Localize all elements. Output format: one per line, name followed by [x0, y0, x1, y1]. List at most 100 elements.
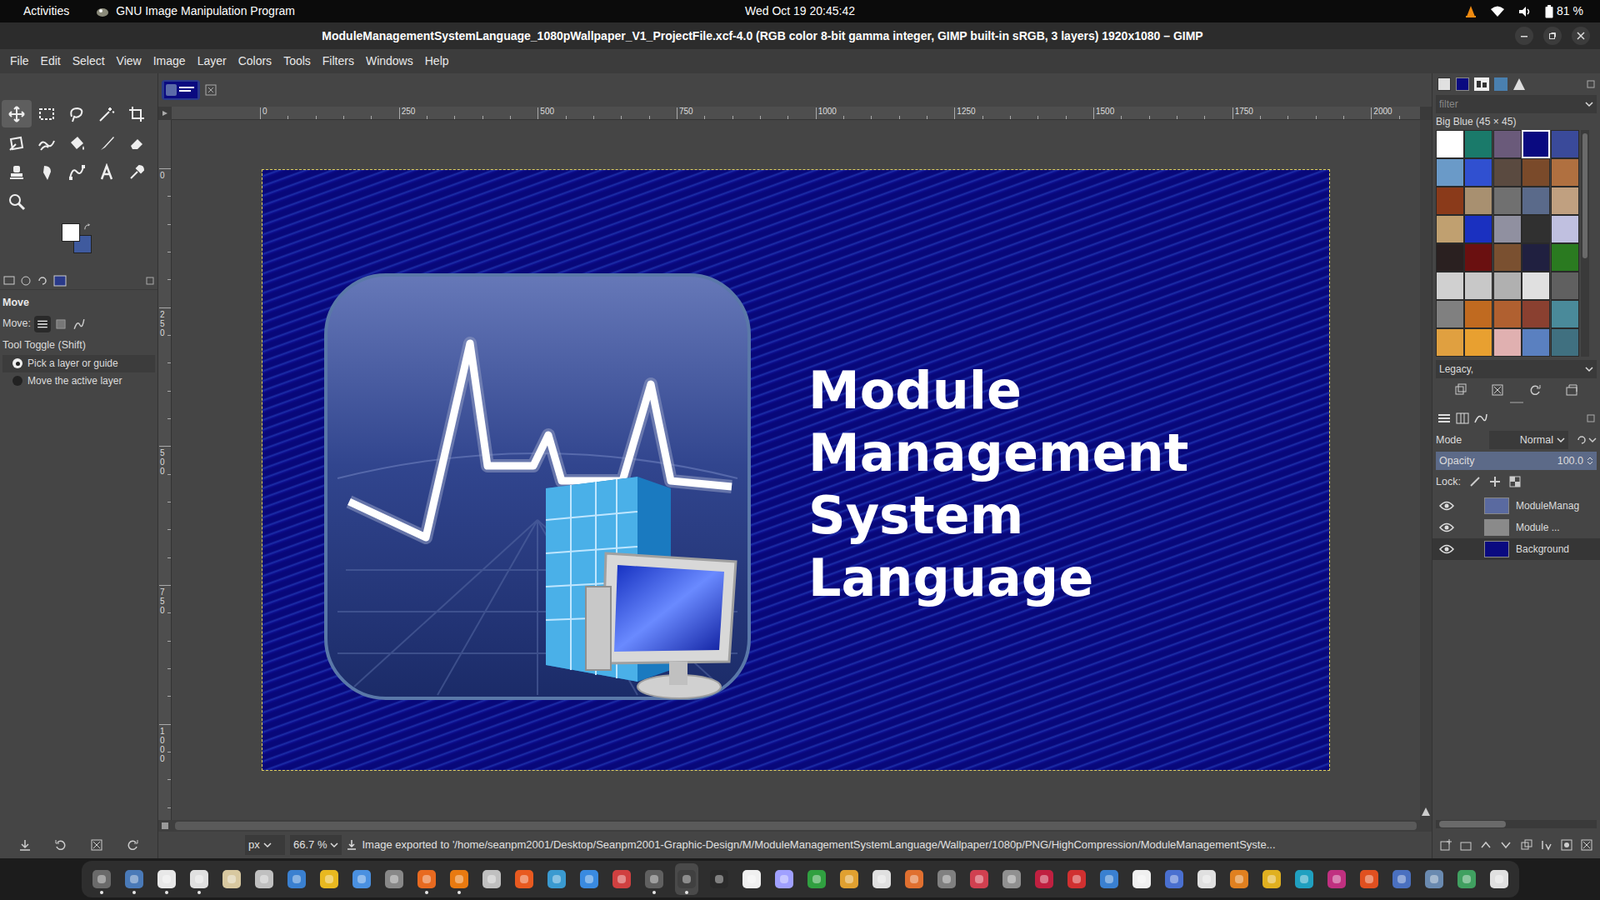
pattern-swatch[interactable] [1435, 300, 1465, 329]
radio-button[interactable] [12, 375, 23, 386]
pattern-swatch[interactable] [1550, 243, 1580, 272]
dock-app[interactable] [1487, 863, 1511, 895]
pattern-swatch[interactable] [1493, 158, 1522, 187]
pattern-swatch[interactable] [1521, 243, 1550, 272]
pattern-swatch[interactable] [1464, 271, 1493, 300]
tool-button[interactable] [61, 100, 92, 128]
activities-button[interactable]: Activities [23, 2, 70, 20]
pattern-swatch[interactable] [1521, 186, 1550, 215]
pattern-swatch[interactable] [1521, 300, 1550, 329]
pattern-swatch[interactable] [1493, 300, 1522, 329]
menu-item[interactable]: Help [420, 50, 455, 73]
pattern-swatch[interactable] [1435, 130, 1465, 159]
brushes-tab-icon[interactable] [1437, 77, 1451, 91]
save-tool-preset-icon[interactable] [18, 838, 32, 852]
layer-row[interactable]: ModuleManag [1432, 495, 1600, 517]
tool-button[interactable] [91, 158, 122, 186]
layer-name[interactable]: Background [1515, 541, 1570, 557]
vertical-ruler[interactable]: 02505007501000 [158, 120, 172, 820]
lock-pixels-icon[interactable] [1469, 475, 1481, 488]
move-mode-button[interactable] [70, 315, 88, 333]
dock-app[interactable] [1162, 863, 1186, 895]
dock-app[interactable] [1325, 863, 1349, 895]
navigate-icon[interactable] [1420, 806, 1431, 817]
dock-app[interactable] [642, 863, 666, 895]
move-mode-button[interactable] [52, 315, 70, 333]
image-tab[interactable] [161, 80, 200, 100]
tool-button[interactable] [121, 129, 152, 157]
pattern-swatch[interactable] [1521, 328, 1550, 357]
pattern-swatch[interactable] [1493, 130, 1522, 159]
reset-tool-options-icon[interactable] [125, 838, 140, 852]
pattern-swatch[interactable] [1435, 186, 1465, 215]
horizontal-scrollbar[interactable] [175, 821, 1417, 830]
pattern-swatch[interactable] [1435, 158, 1465, 187]
layers-tab-icon[interactable] [1437, 412, 1451, 425]
menu-item[interactable]: Colors [233, 50, 277, 73]
tool-button[interactable] [1, 187, 32, 215]
pattern-swatch[interactable] [1550, 328, 1580, 357]
pattern-swatch[interactable] [1464, 243, 1493, 272]
pattern-swatch[interactable] [1435, 215, 1465, 244]
delete-layer-icon[interactable] [1580, 839, 1593, 851]
dock-app[interactable] [935, 863, 959, 895]
pattern-swatch[interactable] [1521, 271, 1550, 300]
dock-app[interactable] [1097, 863, 1121, 895]
pattern-swatch[interactable] [1464, 130, 1493, 159]
chevron-down-icon[interactable] [1585, 100, 1594, 108]
duplicate-pattern-icon[interactable] [1454, 383, 1468, 397]
layer-mask-icon[interactable] [1560, 839, 1573, 851]
zoom-dropdown[interactable]: 66.7 % [290, 835, 342, 855]
open-pattern-as-image-icon[interactable] [1565, 383, 1579, 397]
close-button[interactable] [1571, 26, 1590, 45]
dock-app[interactable] [772, 863, 796, 895]
dock-app[interactable] [1260, 863, 1284, 895]
new-layer-group-icon[interactable] [1460, 839, 1472, 851]
unit-dropdown[interactable]: px [245, 835, 285, 855]
tool-button[interactable] [91, 129, 122, 157]
volume-icon[interactable] [1518, 5, 1532, 18]
radio-option[interactable]: Move the active layer [2, 372, 155, 390]
tool-button[interactable] [1, 100, 32, 128]
pattern-grid[interactable] [1435, 130, 1580, 357]
battery-indicator[interactable]: 81 % [1545, 2, 1584, 20]
tab-menu-icon[interactable] [145, 276, 155, 285]
dock-app[interactable] [805, 863, 829, 895]
menu-item[interactable]: Image [148, 50, 191, 73]
pattern-swatch[interactable] [1550, 130, 1580, 159]
menu-item[interactable]: Select [67, 50, 110, 73]
image-canvas[interactable]: ModuleManagementSystemLanguage [262, 170, 1330, 770]
menu-item[interactable]: Edit [35, 50, 66, 73]
pattern-swatch[interactable] [1493, 271, 1522, 300]
pattern-swatch[interactable] [1550, 215, 1580, 244]
pattern-filter[interactable] [1439, 96, 1585, 112]
clock[interactable]: Wed Oct 19 20:45:42 [745, 2, 855, 20]
minimize-button[interactable] [1515, 26, 1534, 45]
tool-button[interactable] [31, 100, 62, 128]
dock-app[interactable] [252, 863, 276, 895]
zoom-follow-icon[interactable] [160, 821, 170, 830]
pattern-swatch[interactable] [1493, 243, 1522, 272]
dock-app[interactable] [1292, 863, 1316, 895]
pattern-swatch[interactable] [1464, 158, 1493, 187]
tool-button[interactable] [91, 100, 122, 128]
pattern-swatch[interactable] [1521, 130, 1550, 159]
dock-app[interactable] [577, 863, 601, 895]
switch-mode-icon[interactable] [1575, 434, 1597, 446]
delete-tool-preset-icon[interactable] [90, 838, 104, 852]
vertical-scrollbar[interactable] [1420, 120, 1432, 820]
layer-name[interactable]: ModuleManag [1515, 498, 1580, 514]
dock-app[interactable] [220, 863, 244, 895]
pattern-swatch[interactable] [1464, 300, 1493, 329]
app-menu[interactable]: GNU Image Manipulation Program [95, 2, 295, 20]
dock-app[interactable] [610, 863, 634, 895]
vlc-icon[interactable] [1465, 5, 1477, 19]
menu-item[interactable]: File [5, 50, 35, 73]
menu-item[interactable]: Tools [278, 50, 316, 73]
pattern-swatch[interactable] [1550, 300, 1580, 329]
dock-app[interactable] [187, 863, 211, 895]
pattern-swatch[interactable] [1435, 271, 1465, 300]
dock-app[interactable] [545, 863, 569, 895]
pattern-swatch[interactable] [1550, 271, 1580, 300]
dock-app[interactable] [415, 863, 439, 895]
